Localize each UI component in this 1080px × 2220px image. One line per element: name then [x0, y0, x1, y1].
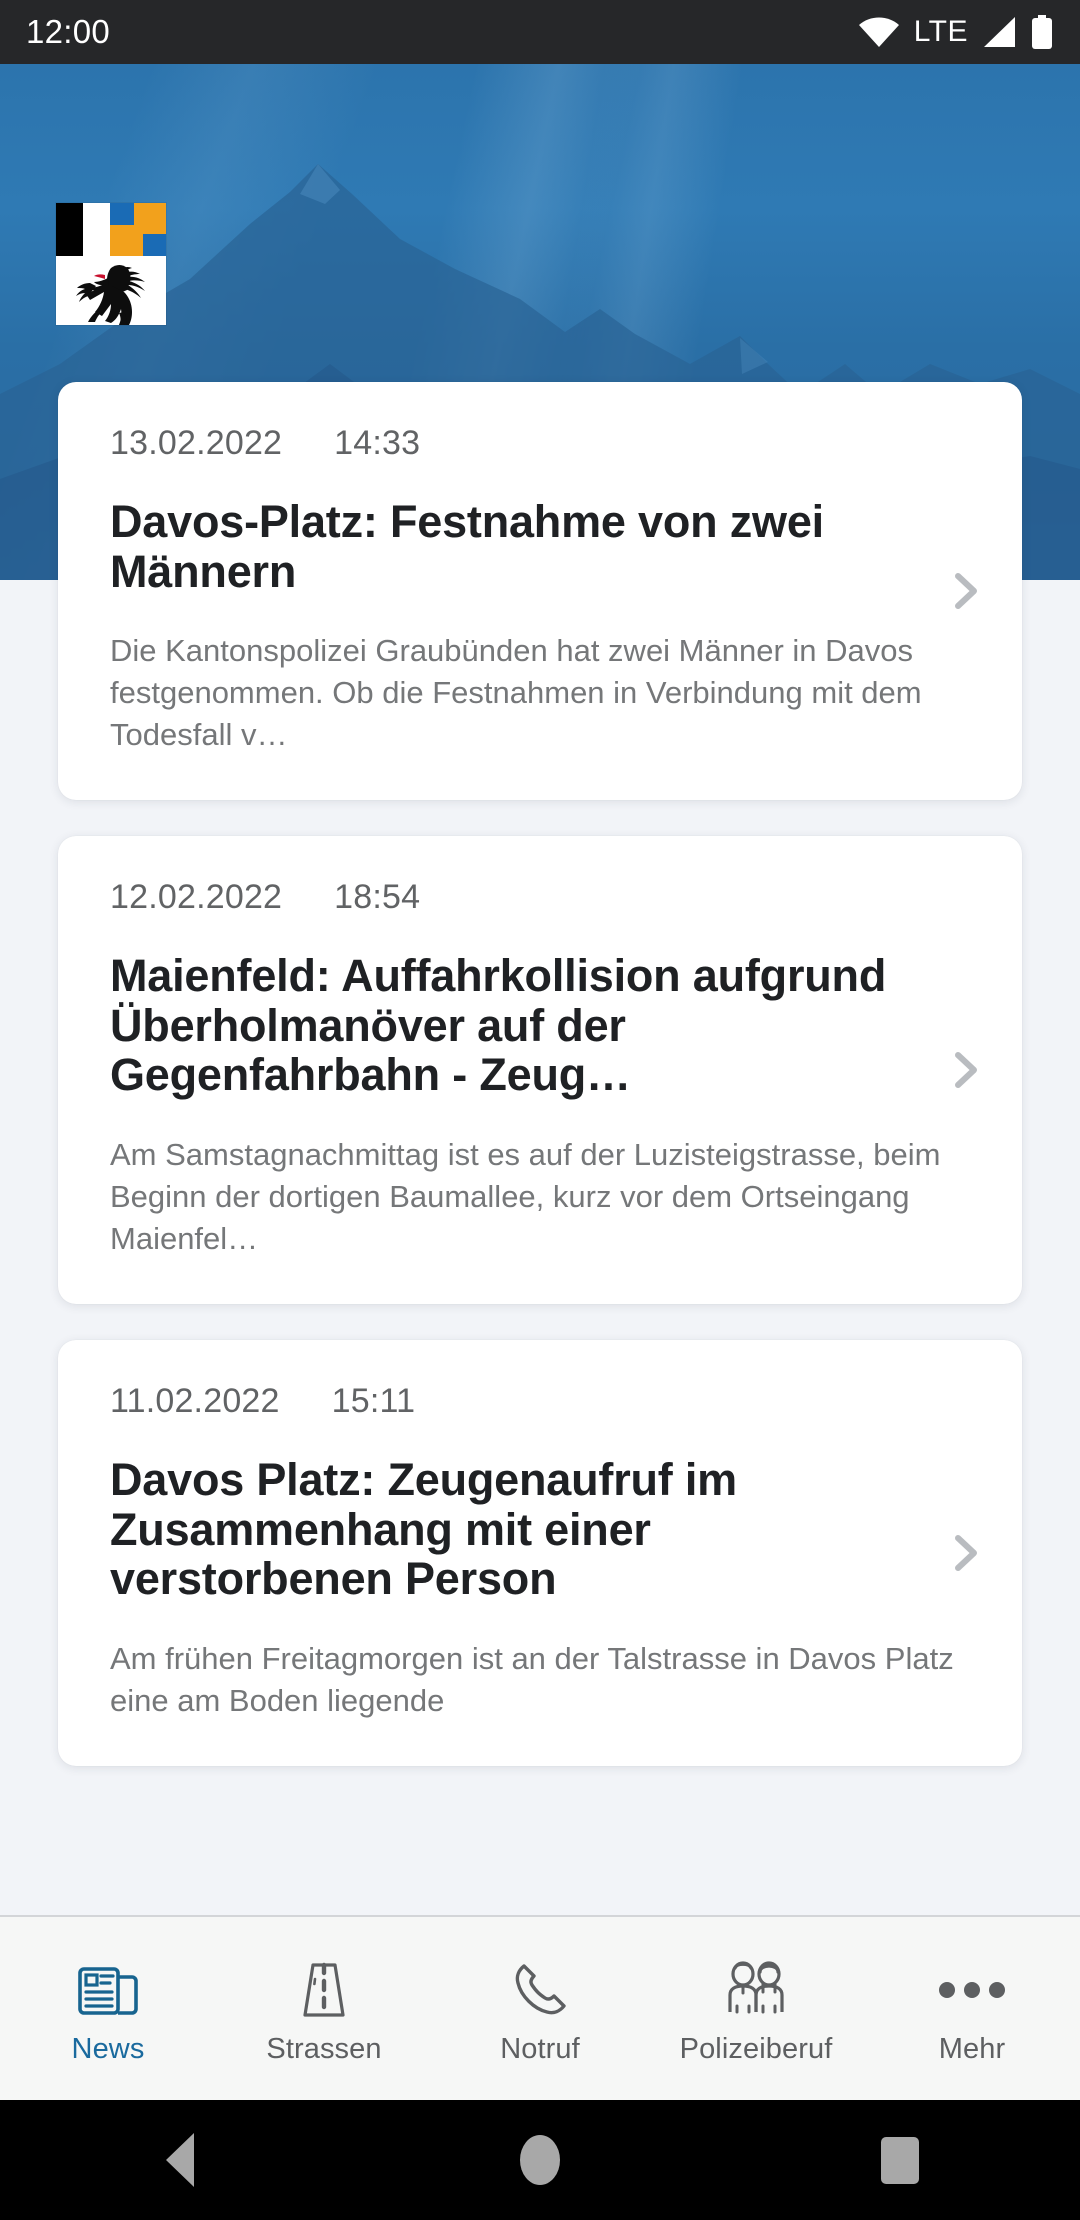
news-excerpt: Am Samstagnachmittag ist es auf der Luzi…	[110, 1136, 941, 1257]
android-home-button[interactable]	[360, 2135, 720, 2185]
crest-quarter-1	[143, 203, 166, 225]
nav-item-notruf[interactable]: Notruf	[432, 1917, 648, 2100]
android-recents-button[interactable]	[720, 2136, 1080, 2184]
news-title: Davos-Platz: Festnahme von zwei Männern	[110, 496, 824, 597]
crest-top	[56, 203, 166, 256]
news-card-meta: 12.02.2022 18:54	[110, 878, 970, 917]
status-icons: LTE	[858, 15, 1054, 49]
news-card[interactable]: 13.02.2022 14:33 Davos-Platz: Festnahme …	[58, 382, 1022, 801]
news-date: 11.02.2022	[110, 1382, 280, 1421]
status-bar: 12:00 LTE	[0, 0, 1080, 64]
chevron-right-icon[interactable]	[942, 1530, 988, 1576]
back-triangle-icon	[166, 2133, 194, 2187]
nav-label-news: News	[71, 2033, 145, 2065]
news-excerpt: Die Kantonspolizei Graubünden hat zwei M…	[110, 633, 922, 753]
nav-item-mehr[interactable]: Mehr	[864, 1917, 1080, 2100]
news-card[interactable]: 12.02.2022 18:54 Maienfeld: Auffahrkolli…	[58, 836, 1022, 1305]
nav-item-polizeiberuf[interactable]: Polizeiberuf	[648, 1917, 864, 2100]
news-title: Maienfeld: Auffahrkollision aufgrund Übe…	[110, 950, 887, 1101]
crest-white-band	[83, 203, 110, 256]
news-excerpt: Am frühen Freitagmorgen ist an der Talst…	[110, 1640, 954, 1719]
status-clock: 12:00	[26, 13, 111, 50]
news-card-meta: 13.02.2022 14:33	[110, 424, 970, 463]
news-date: 13.02.2022	[110, 424, 283, 462]
battery-icon	[1030, 15, 1054, 49]
app-screen: 12:00 LTE 13.02.2022 14:33 Davos-Platz: …	[0, 0, 1080, 2220]
crest-blue-cross	[110, 203, 166, 256]
graubuenden-coat-of-arms-logo	[56, 203, 166, 325]
news-card-meta: 11.02.2022 15:11	[110, 1382, 970, 1421]
crest-cross-horizontal	[110, 225, 166, 234]
news-card[interactable]: 11.02.2022 15:11 Davos Platz: Zeugenaufr…	[58, 1340, 1022, 1767]
android-system-nav	[0, 2100, 1080, 2220]
road-icon	[293, 1957, 355, 2023]
nav-label-mehr: Mehr	[938, 2033, 1006, 2065]
network-type-label: LTE	[913, 15, 968, 48]
crest-quarter-2	[110, 234, 134, 256]
nav-label-strassen: Strassen	[266, 2033, 382, 2065]
phone-icon	[508, 1957, 572, 2023]
newspaper-icon	[77, 1957, 139, 2023]
nav-label-polizeiberuf: Polizeiberuf	[679, 2033, 833, 2065]
people-icon	[719, 1957, 793, 2023]
more-dots-icon	[937, 1957, 1007, 2023]
news-time: 15:11	[331, 1382, 416, 1421]
nav-item-news[interactable]: News	[0, 1917, 216, 2100]
news-title: Davos Platz: Zeugenaufruf im Zusammenhan…	[110, 1454, 737, 1605]
android-back-button[interactable]	[0, 2133, 360, 2187]
chevron-right-icon[interactable]	[942, 1047, 988, 1093]
chevron-right-icon[interactable]	[942, 568, 988, 614]
home-circle-icon	[520, 2135, 560, 2185]
crest-ibex	[56, 256, 166, 325]
news-time: 18:54	[334, 878, 421, 917]
recents-square-icon	[881, 2136, 919, 2184]
wifi-icon	[858, 16, 900, 48]
news-date: 12.02.2022	[110, 878, 283, 917]
nav-label-notruf: Notruf	[500, 2033, 580, 2065]
news-list: 13.02.2022 14:33 Davos-Platz: Festnahme …	[0, 382, 1080, 1802]
nav-item-strassen[interactable]: Strassen	[216, 1917, 432, 2100]
bottom-navigation-bar: News Strassen Notruf Polizeiberuf Mehr	[0, 1915, 1080, 2100]
crest-black-band	[56, 203, 83, 256]
news-time: 14:33	[334, 424, 421, 462]
signal-icon	[982, 16, 1016, 48]
